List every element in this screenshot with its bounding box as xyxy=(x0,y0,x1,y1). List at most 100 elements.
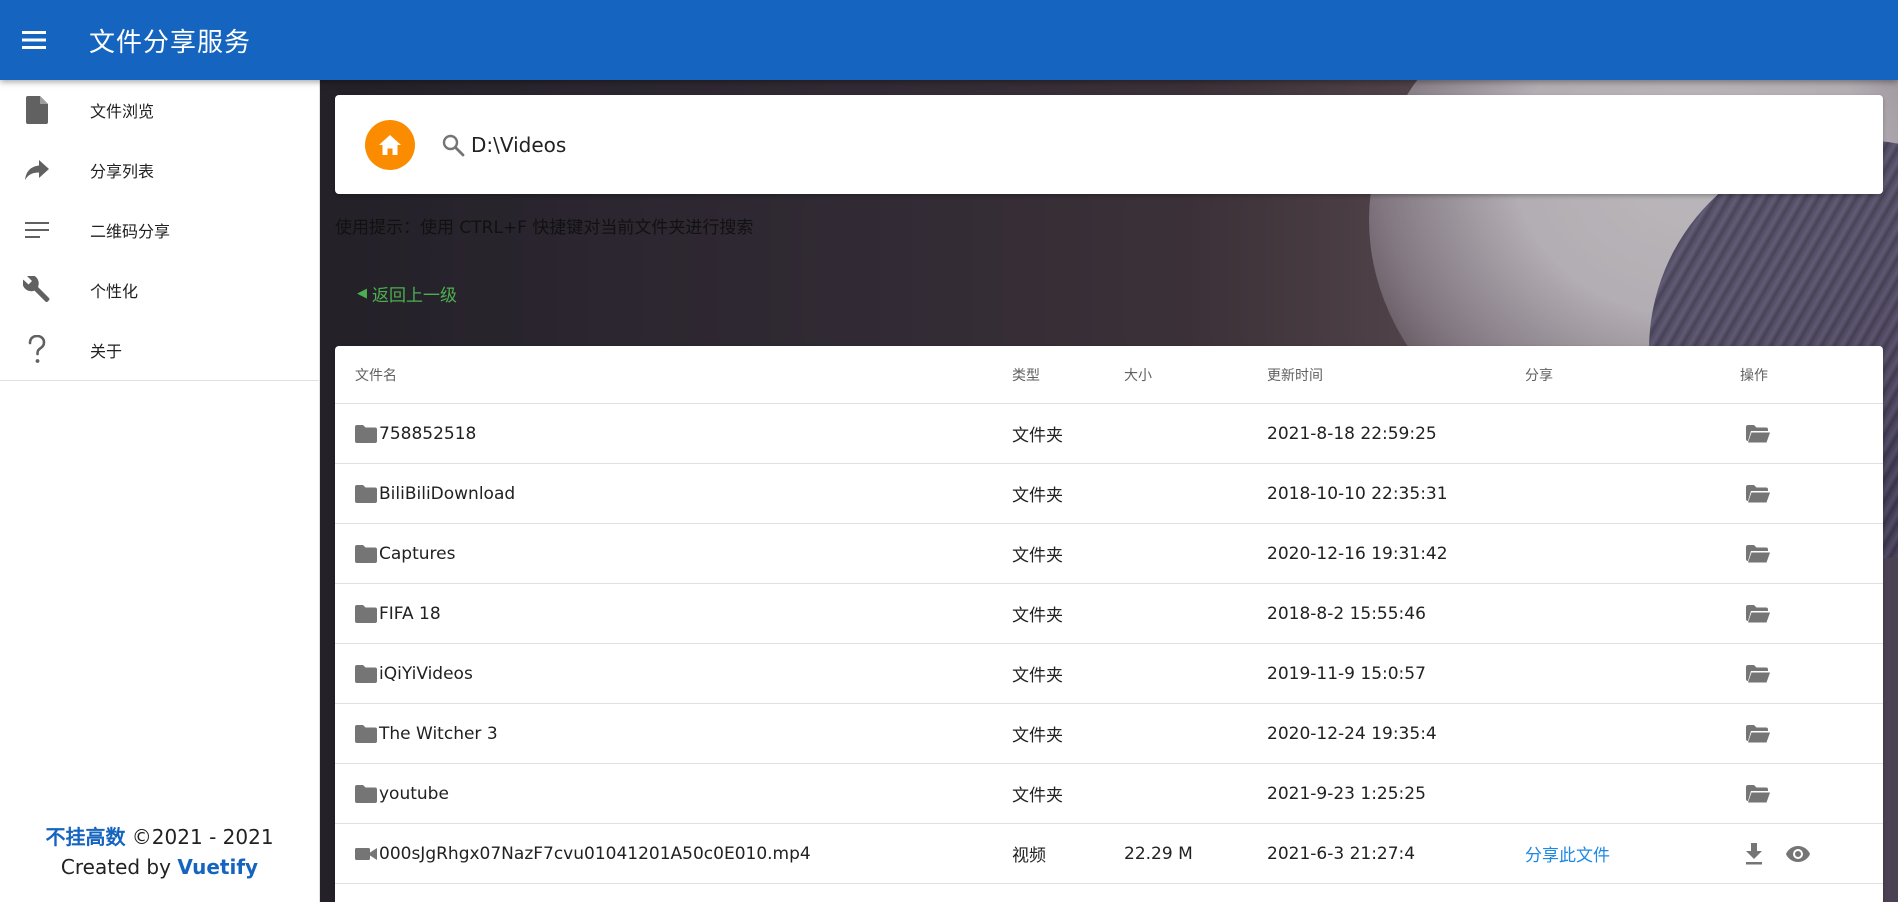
cell-share xyxy=(1525,403,1740,464)
nav-item-share-list[interactable]: 分享列表 xyxy=(0,140,319,200)
file-name[interactable]: The Witcher 3 xyxy=(379,724,498,744)
nav-item-label: 分享列表 xyxy=(90,162,155,181)
column-header-size[interactable]: 大小 xyxy=(1124,346,1267,404)
cell-name[interactable]: 000sJgRhgx07NazF7cvu01041201A50c0E010.mp… xyxy=(335,823,1012,884)
cell-updated: 2020-12-16 19:31:42 xyxy=(1267,523,1525,584)
cell-updated: 2019-11-9 15:0:57 xyxy=(1267,643,1525,704)
nav-item-label: 关于 xyxy=(90,342,123,361)
folder-icon xyxy=(355,544,379,563)
cell-type: 文件夹 xyxy=(1012,643,1124,704)
cell-actions xyxy=(1740,703,1883,764)
cell-name[interactable]: FIFA 18 xyxy=(335,583,1012,644)
table-row[interactable]: iQiYiVideos 文件夹 2019-11-9 15:0:57 xyxy=(335,643,1883,704)
folder-icon xyxy=(355,484,379,503)
nav-item-label: 个性化 xyxy=(90,282,139,301)
column-header-type[interactable]: 类型 xyxy=(1012,346,1124,404)
cell-name[interactable]: iQiYiVideos xyxy=(335,643,1012,704)
footer-framework-link[interactable]: Vuetify xyxy=(177,855,258,879)
footer-copyright: ©2021 - 2021 xyxy=(125,825,274,849)
cell-actions xyxy=(1740,463,1883,524)
app-title: 文件分享服务 xyxy=(89,27,252,58)
table-row[interactable]: 758852518 文件夹 2021-8-18 22:59:25 xyxy=(335,403,1883,464)
folder-icon xyxy=(355,724,379,743)
cell-type: 文件夹 xyxy=(1012,583,1124,644)
cell-name[interactable]: youtube xyxy=(335,763,1012,824)
nav-item-personalize[interactable]: 个性化 xyxy=(0,260,319,320)
path-search-card xyxy=(335,95,1883,194)
cell-size xyxy=(1124,523,1267,584)
cell-actions xyxy=(1740,643,1883,704)
home-button[interactable] xyxy=(365,119,415,170)
nav-item-about[interactable]: 关于 xyxy=(0,320,319,380)
cell-updated: 2021-9-23 1:25:25 xyxy=(1267,763,1525,824)
nav-item-file-browse[interactable]: 文件浏览 xyxy=(0,80,319,140)
back-to-parent-link[interactable]: ◀ 返回上一级 xyxy=(357,281,457,306)
table-row[interactable]: Captures 文件夹 2020-12-16 19:31:42 xyxy=(335,523,1883,584)
column-header-actions: 操作 xyxy=(1740,346,1883,404)
cell-actions xyxy=(1740,763,1883,824)
download-icon[interactable] xyxy=(1740,840,1768,868)
cell-share xyxy=(1525,703,1740,764)
cell-type: 文件夹 xyxy=(1012,463,1124,524)
table-row[interactable]: 000sJgRhgx07NazF7cvu01041201A50c0E010.mp… xyxy=(335,823,1883,884)
folder-icon xyxy=(355,604,379,623)
cell-type: 文件夹 xyxy=(1012,403,1124,464)
cell-name[interactable]: BiliBiliDownload xyxy=(335,463,1012,524)
file-name[interactable]: iQiYiVideos xyxy=(379,664,473,684)
table-row[interactable]: The Witcher 3 文件夹 2020-12-24 19:35:4 xyxy=(335,703,1883,764)
nav-item-qrcode-share[interactable]: 二维码分享 xyxy=(0,200,319,260)
cell-share xyxy=(1525,463,1740,524)
column-header-updated[interactable]: 更新时间 xyxy=(1267,346,1525,404)
file-name[interactable]: FIFA 18 xyxy=(379,604,441,624)
navigation-drawer: 文件浏览 分享列表 二维码分享 个性化 关于 不挂高数 ©2021 - 2021… xyxy=(0,80,320,902)
app-bar: 文件分享服务 xyxy=(0,0,1898,80)
cell-name[interactable]: 758852518 xyxy=(335,403,1012,464)
open-folder-icon[interactable] xyxy=(1744,540,1772,568)
column-header-name[interactable]: 文件名 xyxy=(335,346,1012,404)
file-icon xyxy=(20,93,54,127)
open-folder-icon[interactable] xyxy=(1744,720,1772,748)
footer-created-by: Created by xyxy=(60,855,178,879)
file-name[interactable]: 758852518 xyxy=(379,424,476,444)
nav-item-label: 文件浏览 xyxy=(90,102,155,121)
open-folder-icon[interactable] xyxy=(1744,660,1772,688)
cell-size xyxy=(1124,403,1267,464)
open-folder-icon[interactable] xyxy=(1744,420,1772,448)
file-name[interactable]: 000sJgRhgx07NazF7cvu01041201A50c0E010.mp… xyxy=(379,844,811,864)
file-name[interactable]: Captures xyxy=(379,544,455,564)
cell-actions xyxy=(1740,523,1883,584)
column-header-share[interactable]: 分享 xyxy=(1525,346,1740,404)
cell-size xyxy=(1124,703,1267,764)
path-search-input[interactable] xyxy=(469,123,1773,166)
list-icon xyxy=(20,213,54,247)
drawer-footer: 不挂高数 ©2021 - 2021 Created by Vuetify xyxy=(0,822,319,882)
file-table-body: 758852518 文件夹 2021-8-18 22:59:25 BiliBiliDo… xyxy=(335,403,1883,884)
table-row[interactable]: BiliBiliDownload 文件夹 2018-10-10 22:35:31 xyxy=(335,463,1883,524)
cell-share xyxy=(1525,643,1740,704)
cell-name[interactable]: Captures xyxy=(335,523,1012,584)
help-icon xyxy=(20,333,54,367)
wrench-icon xyxy=(20,273,54,307)
cell-size xyxy=(1124,763,1267,824)
nav-item-label: 二维码分享 xyxy=(90,222,171,241)
back-triangle-icon: ◀ xyxy=(357,286,367,301)
file-name[interactable]: BiliBiliDownload xyxy=(379,484,515,504)
footer-brand-link[interactable]: 不挂高数 xyxy=(45,825,125,849)
open-folder-icon[interactable] xyxy=(1744,480,1772,508)
menu-icon[interactable] xyxy=(17,22,53,58)
preview-eye-icon[interactable] xyxy=(1784,840,1812,868)
table-row[interactable]: FIFA 18 文件夹 2018-8-2 15:55:46 xyxy=(335,583,1883,644)
cell-size xyxy=(1124,463,1267,524)
cell-type: 文件夹 xyxy=(1012,523,1124,584)
table-row[interactable]: youtube 文件夹 2021-9-23 1:25:25 xyxy=(335,763,1883,824)
share-file-link[interactable]: 分享此文件 xyxy=(1525,846,1610,866)
open-folder-icon[interactable] xyxy=(1744,780,1772,808)
video-file-icon xyxy=(355,846,379,862)
nav-list: 文件浏览 分享列表 二维码分享 个性化 关于 xyxy=(0,80,319,381)
open-folder-icon[interactable] xyxy=(1744,600,1772,628)
share-icon xyxy=(20,153,54,187)
file-name[interactable]: youtube xyxy=(379,784,449,804)
cell-name[interactable]: The Witcher 3 xyxy=(335,703,1012,764)
folder-icon xyxy=(355,664,379,683)
cell-actions xyxy=(1740,583,1883,644)
